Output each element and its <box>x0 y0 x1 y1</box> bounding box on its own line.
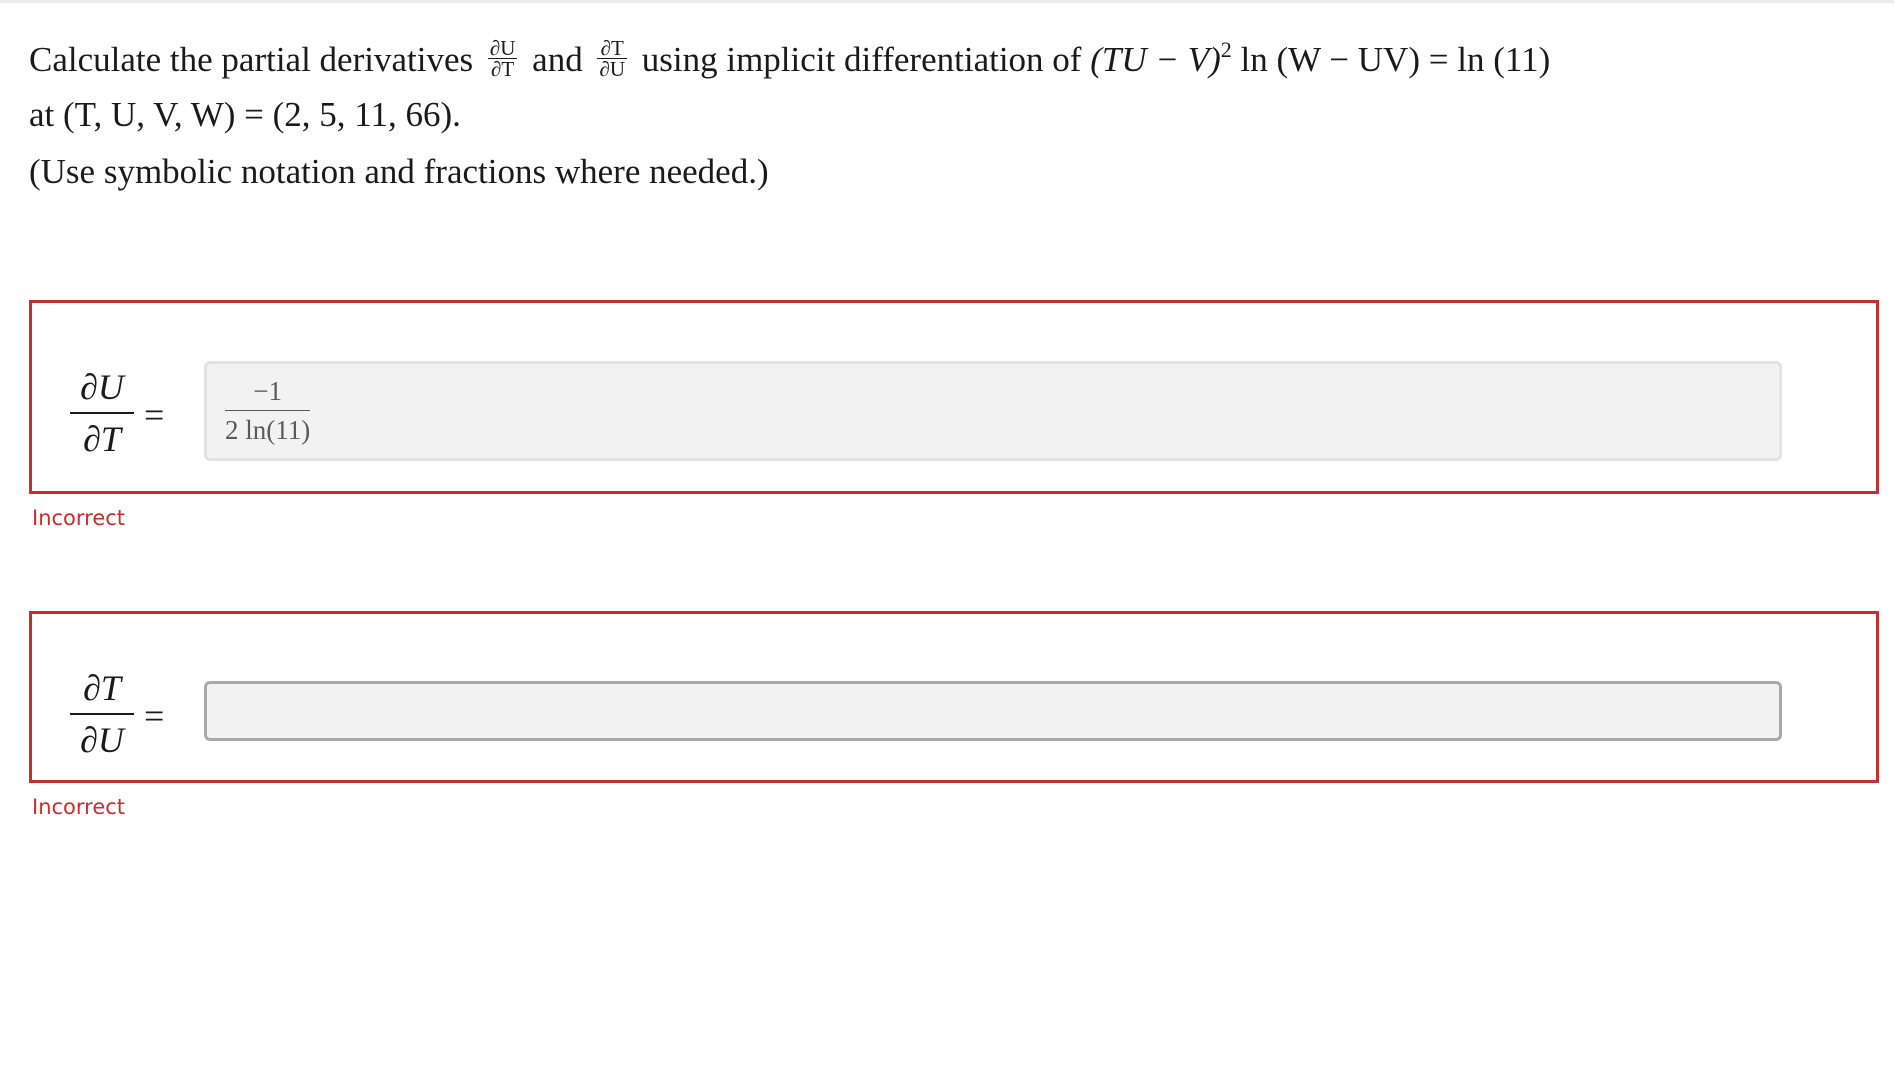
equation-lhs: (TU − V) <box>1090 40 1221 79</box>
answer-input-dU-dT[interactable]: −1 2 ln(11) <box>204 361 1782 461</box>
question-prompt: Calculate the partial derivatives ∂U ∂T … <box>29 22 1550 142</box>
answer-input-dT-dU[interactable] <box>204 681 1782 741</box>
question-line-2: at (T, U, V, W) = (2, 5, 11, 66). <box>29 95 461 134</box>
top-divider <box>0 0 1894 3</box>
question-and: and <box>532 40 583 79</box>
equation-rest: ln (W − UV) = ln (11) <box>1240 40 1551 79</box>
question-line-1: Calculate the partial derivatives ∂U ∂T … <box>29 22 1550 87</box>
equation: (TU − V)2 ln (W − UV) = ln (11) <box>1090 37 1551 79</box>
question-using: using implicit differentiation of <box>641 40 1082 79</box>
equation-exponent: 2 <box>1220 37 1232 62</box>
derivative-numerator: ∂U <box>70 365 134 414</box>
equals-sign: = <box>144 696 165 736</box>
derivative-label: ∂T ∂U <box>70 666 134 762</box>
equals-sign: = <box>144 395 165 435</box>
fraction-denominator: ∂T <box>491 57 515 82</box>
fraction-numerator: ∂T <box>597 38 628 60</box>
fraction-numerator: ∂U <box>487 36 518 61</box>
entered-denominator: 2 ln(11) <box>225 415 311 445</box>
status-incorrect: Incorrect <box>32 795 126 819</box>
question-intro: Calculate the partial derivatives <box>29 40 474 79</box>
inline-fraction-dT-dU: ∂T ∂U <box>597 38 628 82</box>
answer-box-dU-dT: ∂U ∂T = −1 2 ln(11) <box>29 300 1879 494</box>
derivative-denominator: ∂U <box>80 720 124 760</box>
inline-fraction-dU-dT: ∂U ∂T <box>487 36 518 82</box>
derivative-label: ∂U ∂T <box>70 365 134 461</box>
answer-box-dT-dU: ∂T ∂U = <box>29 611 1879 783</box>
derivative-denominator: ∂T <box>83 419 121 459</box>
entered-fraction: −1 2 ln(11) <box>225 374 311 447</box>
derivative-numerator: ∂T <box>70 666 134 715</box>
fraction-denominator: ∂U <box>599 57 626 82</box>
instruction-hint: (Use symbolic notation and fractions whe… <box>29 152 769 191</box>
entered-numerator: −1 <box>225 374 311 411</box>
status-incorrect: Incorrect <box>32 506 126 530</box>
